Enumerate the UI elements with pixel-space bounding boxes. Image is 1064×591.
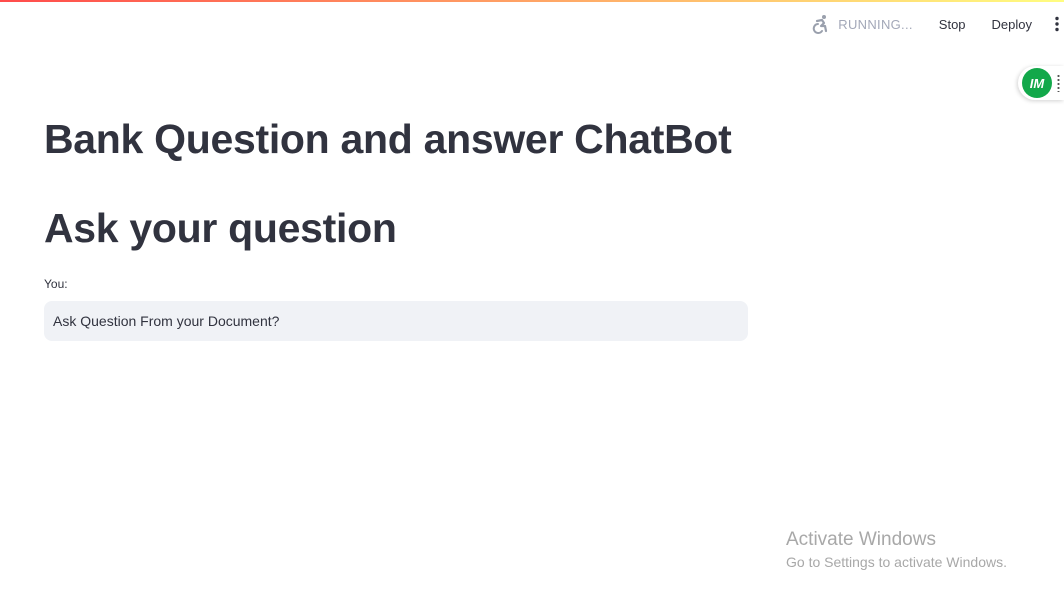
section-heading: Ask your question <box>44 205 397 251</box>
browser-extension-widget[interactable]: IM <box>1018 66 1064 100</box>
extension-logo-icon[interactable]: IM <box>1022 68 1052 98</box>
deploy-button[interactable]: Deploy <box>986 13 1038 36</box>
watermark-subtitle: Go to Settings to activate Windows. <box>786 554 1007 570</box>
app-page: RUNNING... Stop Deploy IM Bank Question … <box>0 0 1064 591</box>
question-input[interactable] <box>44 301 748 341</box>
main-menu-button[interactable] <box>1050 13 1064 35</box>
running-status-text: RUNNING... <box>838 16 913 32</box>
question-input-label: You: <box>44 277 68 291</box>
watermark-title: Activate Windows <box>786 529 936 550</box>
page-title: Bank Question and answer ChatBot <box>44 116 732 162</box>
swimmer-running-icon <box>810 13 832 35</box>
windows-activation-watermark: Activate Windows Go to Settings to activ… <box>786 528 1007 572</box>
stop-button[interactable]: Stop <box>933 13 972 36</box>
top-decoration-bar <box>0 0 1064 2</box>
drag-handle-icon[interactable] <box>1057 74 1060 92</box>
vertical-ellipsis-icon <box>1055 16 1059 32</box>
header-toolbar: RUNNING... Stop Deploy <box>810 10 1064 38</box>
